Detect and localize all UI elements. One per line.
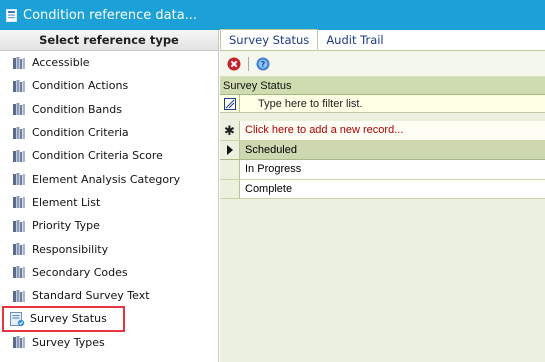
books-icon (13, 56, 25, 69)
reference-item-label: Element Analysis Category (32, 172, 181, 186)
add-new-record-row[interactable]: ✱ Click here to add a new record... (220, 121, 545, 141)
reference-type-list: Accessible Condition Actions Condition B… (0, 51, 218, 354)
delete-icon (227, 57, 241, 70)
toolbar: ? (220, 51, 545, 77)
reference-type-header: Select reference type (0, 30, 218, 51)
row-header (220, 160, 240, 179)
survey-status-icon (10, 311, 25, 327)
tab-strip: Survey Status Audit Trail (220, 29, 545, 51)
books-icon (13, 126, 25, 139)
status-cell[interactable]: Scheduled (240, 144, 545, 156)
add-row-header: ✱ (220, 121, 240, 140)
reference-item-element-analysis-category[interactable]: Element Analysis Category (0, 167, 218, 190)
app-icon (6, 8, 17, 22)
reference-item-label: Standard Survey Text (32, 289, 150, 303)
row-header (220, 179, 240, 198)
filter-row[interactable]: Type here to filter list. (220, 95, 545, 113)
reference-item-responsibility[interactable]: Responsibility (0, 237, 218, 260)
reference-item-priority-type[interactable]: Priority Type (0, 214, 218, 237)
reference-item-label: Condition Bands (32, 102, 122, 116)
books-icon (13, 173, 25, 186)
reference-item-label: Element List (32, 195, 101, 209)
reference-item-label: Survey Status (30, 312, 107, 326)
books-icon (13, 79, 25, 92)
asterisk-icon: ✱ (224, 122, 235, 138)
books-icon (13, 289, 25, 302)
books-icon (13, 266, 25, 279)
reference-item-label: Accessible (32, 56, 90, 70)
title-bar: Condition reference data... (0, 0, 545, 30)
reference-item-survey-status[interactable]: Survey Status (2, 306, 125, 332)
add-new-record-text[interactable]: Click here to add a new record... (240, 124, 545, 136)
reference-item-label: Survey Types (32, 335, 105, 349)
reference-item-condition-criteria-score[interactable]: Condition Criteria Score (0, 144, 218, 167)
status-cell[interactable]: In Progress (240, 163, 545, 175)
tab-survey-status[interactable]: Survey Status (220, 29, 319, 50)
table-row[interactable]: Scheduled (220, 140, 545, 160)
reference-item-element-list[interactable]: Element List (0, 191, 218, 214)
current-row-arrow-icon (226, 144, 233, 155)
reference-item-label: Condition Criteria Score (32, 149, 163, 163)
books-icon (13, 336, 25, 349)
toolbar-separator (248, 56, 249, 71)
reference-item-condition-actions[interactable]: Condition Actions (0, 74, 218, 97)
row-header (220, 140, 240, 159)
books-icon (13, 103, 25, 116)
reference-item-secondary-codes[interactable]: Secondary Codes (0, 261, 218, 284)
reference-item-accessible[interactable]: Accessible (0, 51, 218, 74)
tab-audit-trail[interactable]: Audit Trail (318, 29, 391, 50)
books-icon (13, 219, 25, 232)
books-icon (13, 196, 25, 209)
delete-button[interactable] (226, 56, 242, 72)
grid-caption: Survey Status (220, 77, 545, 95)
grid-spacer (220, 113, 545, 121)
reference-item-label: Condition Actions (32, 79, 129, 93)
books-icon (13, 243, 25, 256)
help-button[interactable]: ? (255, 56, 271, 72)
reference-item-survey-types[interactable]: Survey Types (0, 331, 218, 354)
help-icon: ? (256, 57, 270, 70)
reference-item-label: Condition Criteria (32, 126, 129, 140)
reference-item-standard-survey-text[interactable]: Standard Survey Text (0, 284, 218, 307)
reference-type-panel: Select reference type Accessible Conditi… (0, 30, 219, 362)
filter-row-header (220, 95, 240, 112)
filter-icon (223, 97, 236, 110)
table-row[interactable]: In Progress (220, 160, 545, 180)
table-row[interactable]: Complete (220, 179, 545, 199)
reference-item-label: Responsibility (32, 242, 109, 256)
window-title: Condition reference data... (23, 7, 198, 23)
svg-text:?: ? (261, 60, 266, 69)
books-icon (13, 149, 25, 162)
filter-input[interactable]: Type here to filter list. (240, 98, 363, 110)
reference-item-label: Secondary Codes (32, 265, 128, 279)
reference-item-label: Priority Type (32, 219, 100, 233)
reference-data-panel: Survey Status Audit Trail ? Survey Statu… (220, 29, 545, 362)
reference-item-condition-bands[interactable]: Condition Bands (0, 98, 218, 121)
status-cell[interactable]: Complete (240, 183, 545, 195)
reference-item-condition-criteria[interactable]: Condition Criteria (0, 121, 218, 144)
